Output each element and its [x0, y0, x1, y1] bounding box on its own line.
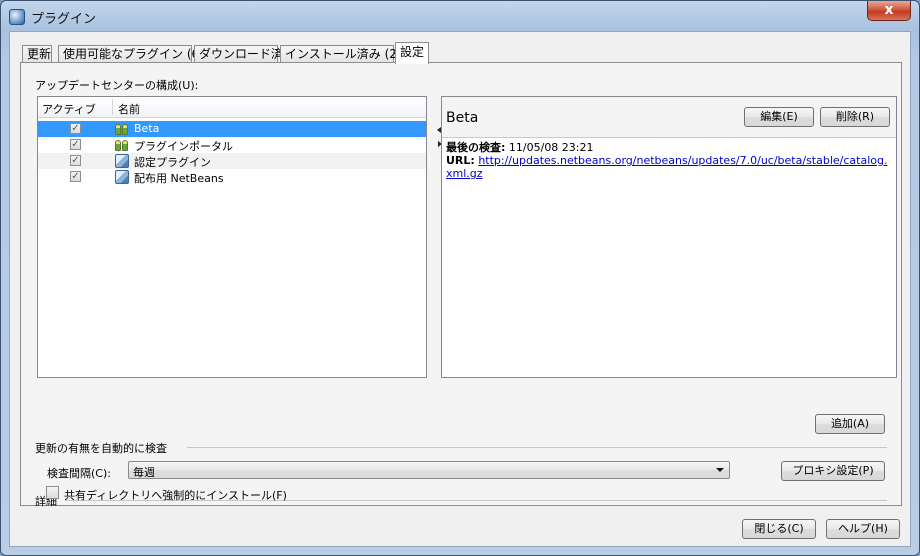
active-checkbox[interactable]: ✓	[70, 139, 81, 150]
chevron-down-icon	[716, 468, 724, 472]
update-center-name: 認定プラグイン	[134, 156, 211, 169]
update-center-name: Beta	[134, 122, 160, 135]
check-interval-select[interactable]: 毎週	[128, 461, 730, 479]
proxy-settings-button[interactable]: プロキシ設定(P)	[781, 461, 885, 481]
close-window-button[interactable]: x	[867, 1, 911, 21]
url-line: URL: http://updates.netbeans.org/netbean…	[446, 154, 890, 180]
table-row[interactable]: ✓ 配布用 NetBeans	[38, 169, 426, 185]
update-center-name: 配布用 NetBeans	[134, 172, 224, 185]
update-centers-label: アップデートセンターの構成(U):	[35, 79, 199, 92]
add-button[interactable]: 追加(A)	[815, 414, 885, 434]
active-checkbox[interactable]: ✓	[70, 171, 81, 182]
detail-title: Beta	[446, 110, 479, 126]
check-interval-value: 毎週	[133, 466, 155, 479]
column-header-name[interactable]: 名前	[118, 101, 140, 117]
cube-icon	[115, 154, 129, 168]
tab-installed[interactable]: インストール済み (26)	[280, 45, 409, 63]
last-check-line: 最後の検査: 11/05/08 23:21	[446, 141, 890, 154]
catalog-url-link[interactable]: http://updates.netbeans.org/netbeans/upd…	[446, 154, 887, 180]
column-header-active[interactable]: アクティブ	[42, 101, 96, 117]
active-checkbox[interactable]: ✓	[70, 123, 81, 134]
window-title: プラグイン	[31, 12, 97, 27]
people-icon	[114, 137, 130, 153]
table-header: アクティブ 名前	[38, 97, 426, 118]
update-center-detail: Beta 編集(E) 削除(R) 最後の検査: 11/05/08 23:21 U…	[441, 96, 897, 378]
url-label: URL:	[446, 154, 475, 167]
help-button[interactable]: ヘルプ(H)	[826, 519, 900, 539]
last-check-value: 11/05/08 23:21	[508, 141, 594, 154]
netbeans-cube-icon	[9, 9, 25, 25]
plugins-dialog: プラグイン x 更新 使用可能なプラグイン (67) ダウンロード済み インスト…	[0, 0, 920, 556]
column-divider	[112, 99, 113, 115]
tab-available-plugins[interactable]: 使用可能なプラグイン (67)	[58, 45, 211, 63]
force-install-checkbox[interactable]	[46, 486, 59, 499]
detail-body: 最後の検査: 11/05/08 23:21 URL: http://update…	[446, 141, 890, 180]
table-row[interactable]: ✓ Beta	[38, 121, 426, 137]
auto-check-section-label: 更新の有無を自動的に検査	[35, 442, 167, 455]
active-checkbox[interactable]: ✓	[70, 155, 81, 166]
tab-downloaded[interactable]: ダウンロード済み	[194, 45, 295, 63]
table-row[interactable]: ✓ 認定プラグイン	[38, 153, 426, 169]
close-button[interactable]: 閉じる(C)	[742, 519, 816, 539]
tab-updates[interactable]: 更新	[22, 45, 52, 63]
update-centers-table[interactable]: アクティブ 名前 ✓ Beta ✓ プラグインポータル ✓ 認定プラグイン ✓ …	[37, 96, 427, 378]
tab-settings[interactable]: 設定	[395, 42, 429, 64]
update-center-name: プラグインポータル	[134, 140, 233, 153]
cube-icon	[115, 170, 129, 184]
detail-header: Beta 編集(E) 削除(R)	[442, 97, 896, 138]
edit-button[interactable]: 編集(E)	[744, 107, 814, 127]
title-bar: プラグイン x	[1, 1, 919, 31]
table-row[interactable]: ✓ プラグインポータル	[38, 137, 426, 153]
section-divider	[187, 447, 887, 448]
dialog-content: 更新 使用可能なプラグイン (67) ダウンロード済み インストール済み (26…	[9, 31, 911, 547]
settings-panel: アップデートセンターの構成(U): アクティブ 名前 ✓ Beta ✓ プラグイ…	[20, 62, 902, 508]
force-install-label[interactable]: 共有ディレクトリへ強制的にインストール(F)	[64, 487, 287, 503]
delete-button[interactable]: 削除(R)	[820, 107, 890, 127]
people-icon	[114, 121, 130, 137]
interval-label: 検査間隔(C):	[47, 467, 111, 480]
last-check-label: 最後の検査:	[446, 141, 506, 154]
